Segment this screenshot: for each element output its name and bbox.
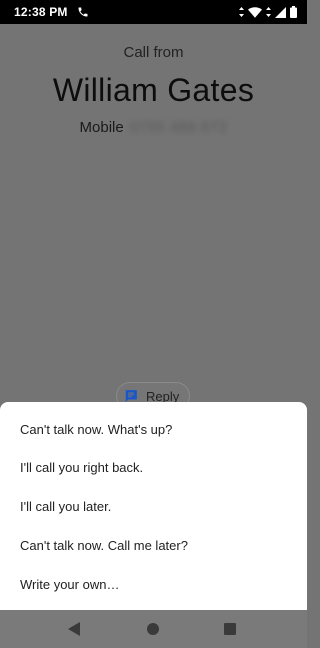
message-icon: [124, 389, 138, 403]
caller-name: William Gates: [52, 72, 255, 108]
data-arrows-icon: [239, 7, 244, 17]
quick-reply-item[interactable]: I'll call you right back.: [20, 458, 290, 478]
battery-icon: [290, 6, 297, 18]
quick-reply-item[interactable]: Can't talk now. Call me later?: [20, 536, 290, 556]
write-your-own-item[interactable]: Write your own…: [20, 575, 290, 595]
quick-reply-sheet: Can't talk now. What's up? I'll call you…: [0, 402, 307, 610]
wifi-icon: [248, 6, 262, 18]
quick-reply-item[interactable]: Can't talk now. What's up?: [20, 420, 290, 440]
recents-icon[interactable]: [224, 623, 236, 635]
call-from-label: Call from: [123, 44, 184, 61]
back-icon[interactable]: [68, 622, 80, 641]
signal-icon: [275, 6, 286, 18]
phone-call-icon: [77, 6, 89, 18]
status-time: 12:38 PM: [14, 5, 68, 19]
caller-number-line: Mobile 0755 488 672: [0, 119, 307, 136]
caller-info: Call from William Gates Mobile 0755 488 6…: [0, 24, 307, 404]
caller-number: 0755 488 672: [129, 119, 228, 136]
number-type-label: Mobile: [79, 119, 124, 136]
status-icons: [239, 6, 297, 18]
navigation-bar: [0, 610, 307, 648]
home-icon[interactable]: [147, 623, 159, 635]
quick-reply-item[interactable]: I'll call you later.: [20, 497, 290, 517]
data-arrows-icon-2: [266, 7, 271, 17]
status-bar: 12:38 PM: [0, 0, 307, 24]
